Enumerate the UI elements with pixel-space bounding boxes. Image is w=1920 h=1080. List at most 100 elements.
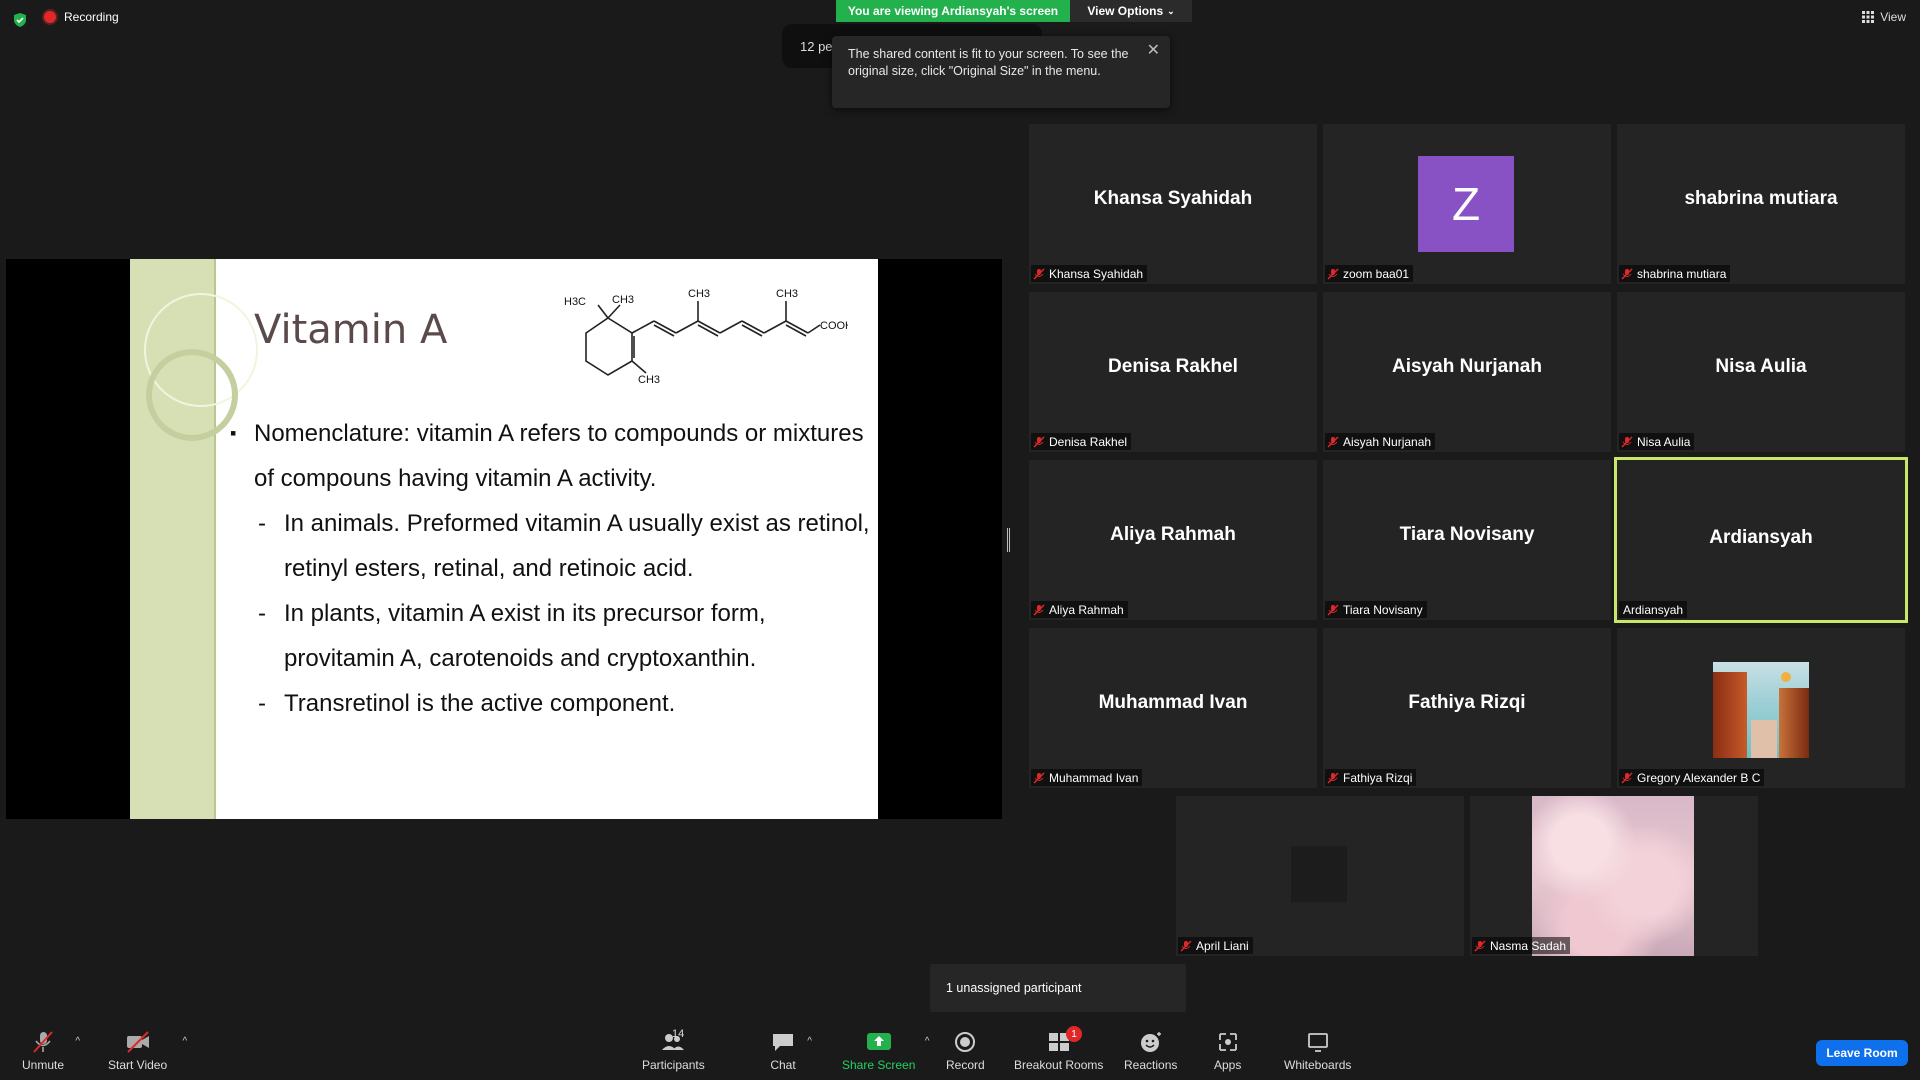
tooltip-text: The shared content is fit to your screen… bbox=[848, 47, 1129, 78]
formula-label-ch3: CH3 bbox=[638, 374, 660, 383]
participant-tile[interactable]: Z zoom baa01 bbox=[1323, 124, 1611, 284]
avatar bbox=[1291, 846, 1347, 902]
formula-label-h3c: H3C bbox=[564, 296, 586, 308]
record-label: Record bbox=[946, 1058, 985, 1072]
apps-label: Apps bbox=[1214, 1058, 1242, 1072]
mic-muted-icon bbox=[1327, 604, 1339, 615]
participant-label: Tiara Novisany bbox=[1325, 601, 1427, 618]
participant-tile-active-speaker[interactable]: Ardiansyah Ardiansyah bbox=[1614, 457, 1908, 623]
participant-label-text: Ardiansyah bbox=[1623, 602, 1684, 617]
participant-label-text: Khansa Syahidah bbox=[1049, 266, 1144, 281]
participant-tile[interactable]: shabrina mutiara shabrina mutiara bbox=[1617, 124, 1905, 284]
start-video-button[interactable]: Start Video ^ bbox=[108, 1030, 187, 1072]
participant-name: Aliya Rahmah bbox=[1110, 524, 1236, 545]
participant-name: Nisa Aulia bbox=[1715, 356, 1807, 377]
retinoic-acid-structure: H3C CH3 CH3 CH3 CH3 COOH bbox=[564, 288, 848, 383]
participant-tile[interactable]: Nasma Sadah bbox=[1470, 796, 1758, 956]
recording-indicator[interactable]: Recording bbox=[44, 10, 119, 24]
participant-label-text: Nasma Sadah bbox=[1490, 938, 1567, 953]
mic-muted-icon bbox=[1621, 268, 1633, 279]
chat-button[interactable]: Chat ^ bbox=[770, 1030, 812, 1072]
participant-label: Nasma Sadah bbox=[1472, 937, 1571, 954]
chevron-up-icon[interactable]: ^ bbox=[75, 1036, 80, 1047]
participant-label: Denisa Rakhel bbox=[1031, 433, 1132, 450]
mic-muted-icon bbox=[1474, 940, 1486, 951]
record-icon bbox=[955, 1032, 976, 1052]
participant-tile[interactable]: Aisyah Nurjanah Aisyah Nurjanah bbox=[1323, 292, 1611, 452]
slide-body: Nomenclature: vitamin A refers to compou… bbox=[230, 411, 870, 726]
presentation-slide: Vitamin A H3C CH3 CH3 CH3 CH3 COO ▪ Nome… bbox=[130, 259, 878, 819]
close-icon[interactable]: ✕ bbox=[1147, 42, 1160, 59]
participant-tile[interactable]: Fathiya Rizqi Fathiya Rizqi bbox=[1323, 628, 1611, 788]
bullet-sub: Transretinol is the active component. bbox=[230, 681, 870, 726]
participant-label-text: April Liani bbox=[1196, 938, 1249, 953]
participant-label: Muhammad Ivan bbox=[1031, 769, 1143, 786]
participant-label-text: Aliya Rahmah bbox=[1049, 602, 1124, 617]
reactions-emoji-icon bbox=[1140, 1032, 1161, 1052]
unmute-button[interactable]: Unmute ^ bbox=[22, 1030, 80, 1072]
mic-muted-icon bbox=[1621, 436, 1633, 447]
bullet-sub: In plants, vitamin A exist in its precur… bbox=[230, 591, 870, 681]
slide-title: Vitamin A bbox=[254, 307, 448, 353]
participant-tile[interactable]: Aliya Rahmah Aliya Rahmah bbox=[1029, 460, 1317, 620]
participant-tile[interactable]: Denisa Rakhel Denisa Rakhel bbox=[1029, 292, 1317, 452]
chevron-up-icon[interactable]: ^ bbox=[182, 1036, 187, 1047]
participant-tile[interactable]: Muhammad Ivan Muhammad Ivan bbox=[1029, 628, 1317, 788]
view-options-button[interactable]: View Options ⌄ bbox=[1070, 0, 1192, 22]
mic-muted-icon bbox=[1033, 268, 1045, 279]
panel-splitter-handle[interactable] bbox=[1007, 528, 1010, 552]
chevron-up-icon[interactable]: ^ bbox=[925, 1036, 930, 1047]
participant-label: shabrina mutiara bbox=[1619, 265, 1731, 282]
participant-label: Khansa Syahidah bbox=[1031, 265, 1148, 282]
participant-label-text: Denisa Rakhel bbox=[1049, 434, 1128, 449]
leave-room-button[interactable]: Leave Room bbox=[1816, 1040, 1908, 1066]
participant-label: Fathiya Rizqi bbox=[1325, 769, 1417, 786]
start-video-label: Start Video bbox=[108, 1058, 168, 1072]
whiteboards-button[interactable]: Whiteboards bbox=[1284, 1030, 1351, 1072]
breakout-rooms-button[interactable]: 1 Breakout Rooms bbox=[1014, 1026, 1104, 1072]
reactions-label: Reactions bbox=[1124, 1058, 1178, 1072]
participant-label-text: Nisa Aulia bbox=[1637, 434, 1691, 449]
participant-tile[interactable]: Tiara Novisany Tiara Novisany bbox=[1323, 460, 1611, 620]
mic-muted-icon bbox=[1033, 436, 1045, 447]
chevron-up-icon[interactable]: ^ bbox=[807, 1036, 812, 1047]
reactions-button[interactable]: Reactions bbox=[1124, 1030, 1177, 1072]
mic-muted-icon bbox=[1033, 772, 1045, 783]
participant-label-text: Aisyah Nurjanah bbox=[1343, 434, 1432, 449]
participants-button[interactable]: 14 Participants bbox=[642, 1028, 705, 1072]
breakout-rooms-label: Breakout Rooms bbox=[1014, 1058, 1104, 1072]
participant-tile[interactable]: Nisa Aulia Nisa Aulia bbox=[1617, 292, 1905, 452]
unassigned-participant-tooltip[interactable]: 1 unassigned participant bbox=[930, 964, 1186, 1012]
participant-name: Aisyah Nurjanah bbox=[1392, 356, 1542, 377]
participant-label: April Liani bbox=[1178, 937, 1253, 954]
whiteboards-label: Whiteboards bbox=[1284, 1058, 1352, 1072]
apps-button[interactable]: Apps bbox=[1214, 1030, 1241, 1072]
breakout-rooms-badge: 1 bbox=[1066, 1026, 1082, 1042]
participant-label-text: Muhammad Ivan bbox=[1049, 770, 1139, 785]
record-button[interactable]: Record bbox=[946, 1030, 985, 1072]
mic-muted-icon bbox=[1033, 604, 1045, 615]
avatar bbox=[1713, 662, 1809, 758]
chat-icon bbox=[773, 1034, 793, 1051]
bullet-sub: In animals. Preformed vitamin A usually … bbox=[230, 501, 870, 591]
formula-label-ch3: CH3 bbox=[688, 288, 710, 300]
security-shield-icon[interactable] bbox=[12, 12, 28, 28]
share-screen-icon bbox=[866, 1033, 891, 1050]
mic-muted-icon bbox=[1621, 772, 1633, 783]
formula-label-ch3: CH3 bbox=[612, 294, 634, 306]
participant-name: Ardiansyah bbox=[1709, 527, 1813, 548]
share-screen-button[interactable]: Share Screen ^ bbox=[842, 1030, 929, 1072]
participant-label-text: Tiara Novisany bbox=[1343, 602, 1423, 617]
participant-tile[interactable]: Gregory Alexander B C bbox=[1617, 628, 1905, 788]
microphone-muted-icon bbox=[33, 1031, 53, 1053]
unassigned-text: 1 unassigned participant bbox=[946, 981, 1082, 995]
mic-muted-icon bbox=[1327, 268, 1339, 279]
fit-screen-tooltip: The shared content is fit to your screen… bbox=[832, 36, 1170, 108]
participant-label-text: zoom baa01 bbox=[1343, 266, 1410, 281]
participant-name: Denisa Rakhel bbox=[1108, 356, 1238, 377]
participant-tile[interactable]: April Liani bbox=[1176, 796, 1464, 956]
participant-label-text: shabrina mutiara bbox=[1637, 266, 1727, 281]
participant-tile[interactable]: Khansa Syahidah Khansa Syahidah bbox=[1029, 124, 1317, 284]
avatar: Z bbox=[1418, 156, 1514, 252]
view-button[interactable]: View bbox=[1862, 10, 1906, 24]
